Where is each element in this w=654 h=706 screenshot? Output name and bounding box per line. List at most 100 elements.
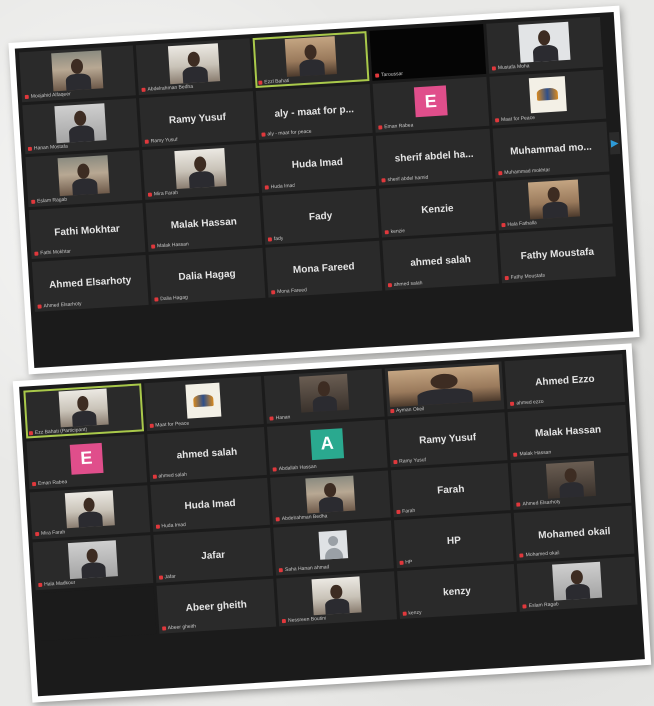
participant-tile[interactable]: A Abdallah Hassan — [267, 419, 388, 475]
participant-caption-text: Fathy Moustafa — [510, 272, 546, 281]
participant-tile[interactable]: ahmed salah ahmed salah — [146, 426, 268, 482]
participant-tile[interactable]: HP HP — [393, 513, 515, 569]
muted-mic-icon — [155, 525, 160, 530]
participant-tile[interactable]: Mira Farah — [142, 143, 260, 200]
muted-mic-icon — [35, 532, 40, 537]
participant-caption: Malak Hassan — [151, 241, 189, 249]
participant-video — [305, 475, 356, 514]
participant-tile[interactable]: Mona Fareed Mona Fareed — [265, 240, 383, 298]
participant-caption-text: Ayman Okeil — [395, 405, 425, 414]
participant-caption-text: Jafar — [164, 573, 176, 581]
participant-tile[interactable]: Saha Hanan ahmad — [273, 520, 394, 576]
participant-tile[interactable]: aly - maat for p... aly - maat for peace — [255, 83, 373, 140]
participant-tile[interactable]: ahmed salah ahmed salah — [382, 233, 500, 290]
participant-tile[interactable]: Taroussar — [369, 23, 487, 81]
participant-tile[interactable]: Ahmed Elsarhoty Ahmed Elsarhoty — [31, 255, 149, 312]
participant-tile[interactable]: Nessreen Boutini — [276, 571, 397, 627]
participant-grid: Ezz Bahati (Participant) Maat for Peace Ha… — [23, 353, 640, 692]
participant-caption-text: Mira Farah — [153, 189, 179, 197]
participant-tile[interactable]: Ramy Yusuf Ramy Yusuf — [387, 412, 508, 467]
participant-video — [64, 490, 115, 529]
participant-tile[interactable]: Muhammad mo... Muhammad mokhtar — [492, 121, 610, 179]
participant-name: Ahmed Ezzo — [534, 374, 595, 389]
participant-name: Kenzie — [420, 202, 454, 216]
muted-mic-icon — [28, 430, 34, 436]
participant-tile[interactable]: sherif abdel ha... sherif abdel hamid — [375, 128, 493, 186]
participant-tile[interactable]: Ayman Okeil — [384, 361, 505, 417]
participant-caption: Malak Hassan — [513, 449, 551, 457]
participant-name: kenzy — [442, 585, 472, 599]
participant-tile[interactable]: Abdelrahman Bedha — [135, 38, 253, 95]
participant-tile[interactable]: Mohamed okail Mohamed okail — [514, 506, 635, 562]
participant-caption-text: Fathi Mokhtar — [40, 248, 72, 257]
participant-video — [552, 562, 603, 601]
muted-mic-icon — [258, 80, 263, 85]
participant-caption-text: Nessreen Boutini — [287, 615, 327, 625]
participant-tile[interactable]: Abdelrahman Bedha — [270, 470, 391, 526]
participant-caption-text: Eslam Ragab — [528, 601, 559, 610]
participant-caption: Farah — [396, 508, 415, 515]
participant-video — [58, 388, 109, 428]
participant-tile[interactable]: Hanan Mostafa — [22, 97, 140, 155]
participant-tile[interactable]: Malak Hassan Malak Hassan — [145, 195, 263, 252]
participant-video — [51, 50, 104, 91]
participant-name: Jafar — [200, 549, 226, 562]
participant-tile[interactable]: Moojahid Alfaqeer — [19, 45, 136, 102]
participant-tile[interactable]: Jafar Jafar — [153, 528, 274, 584]
muted-mic-icon — [510, 401, 515, 406]
participant-name: Mohamed okail — [537, 525, 611, 542]
participant-tile[interactable]: Mira Farah — [29, 484, 150, 540]
participant-caption: Ramy Yusuf — [144, 137, 178, 145]
participant-tile[interactable]: Hala Madkour — [32, 535, 153, 591]
participant-caption-text: Saha Hanan ahmad — [284, 564, 330, 574]
participant-video — [527, 178, 581, 220]
participant-name: Fathi Mokhtar — [53, 223, 121, 239]
participant-caption-text: ahmed salah — [393, 279, 423, 288]
participant-caption: Abdallah Hassan — [272, 463, 317, 473]
participant-tile[interactable]: Hala Fathalla — [495, 174, 613, 231]
participant-caption: Ezzl Bahati — [258, 77, 289, 85]
participant-tile[interactable]: Mustafa Moha — [486, 16, 603, 74]
participant-tile[interactable]: Hanan — [264, 368, 385, 424]
participant-caption-text: Abdallah Hassan — [278, 463, 317, 472]
participant-caption: Fathi Mokhtar — [34, 249, 71, 257]
muted-mic-icon — [516, 502, 521, 508]
participant-tile[interactable]: Ezz Bahati (Participant) — [23, 383, 144, 439]
participant-tile[interactable]: E Eman Rabea — [26, 434, 147, 490]
participant-tile[interactable]: Huda Imad Huda Imad — [259, 135, 376, 193]
participant-caption: kenzie — [384, 228, 405, 235]
participant-caption-text: fady — [273, 235, 284, 243]
participant-caption-text: Dalia Hagag — [160, 294, 188, 302]
participant-tile[interactable]: Farah Farah — [390, 462, 511, 518]
next-page-arrow-icon[interactable]: ▶ — [609, 131, 621, 155]
participant-tile[interactable]: Dalia Hagag Dalia Hagag — [148, 247, 266, 305]
participant-caption: Muhammad mokhtar — [498, 167, 550, 176]
participant-tile[interactable]: Ezzl Bahati — [252, 31, 370, 88]
participant-tile[interactable]: Malak Hassan Malak Hassan — [507, 404, 629, 460]
participant-tile[interactable]: E Eman Rabea — [372, 76, 490, 133]
muted-mic-icon — [31, 481, 37, 486]
muted-mic-icon — [389, 408, 395, 414]
participant-tile[interactable]: Ahmed Ezzo ahmed ezzo — [504, 353, 626, 409]
participant-video — [311, 576, 362, 616]
participant-tile[interactable]: Eslam Ragab — [25, 150, 143, 207]
participant-name: ahmed salah — [176, 446, 238, 462]
muted-mic-icon — [399, 561, 404, 566]
participant-tile[interactable]: kenzy kenzy — [396, 564, 518, 620]
participant-caption: Hala Fathalla — [501, 220, 537, 228]
participant-tile[interactable]: Fathi Mokhtar Fathi Mokhtar — [28, 202, 146, 259]
participant-tile[interactable]: Eslam Ragab — [517, 556, 638, 612]
participant-tile[interactable]: Abeer gheith Abeer gheith — [156, 579, 277, 634]
participant-tile[interactable]: Huda Imad Huda Imad — [149, 477, 271, 533]
participant-caption: Ayman Okeil — [389, 405, 425, 414]
participant-tile[interactable]: Maat for Peace — [143, 376, 265, 431]
participant-tile[interactable]: Ahmed Elsarhoty — [511, 455, 632, 511]
participant-tile[interactable]: Fady fady — [262, 188, 380, 245]
participant-tile[interactable]: Ramy Yusuf Ramy Yusuf — [139, 90, 256, 148]
participant-tile[interactable]: Fathy Moustafa Fathy Moustafa — [498, 226, 616, 283]
participant-tile[interactable]: Kenzie kenzie — [378, 181, 496, 238]
participant-tile[interactable]: Maat for Peace — [489, 69, 607, 126]
participant-video — [67, 540, 118, 580]
participant-video — [387, 364, 502, 408]
default-profile-icon — [318, 530, 349, 561]
